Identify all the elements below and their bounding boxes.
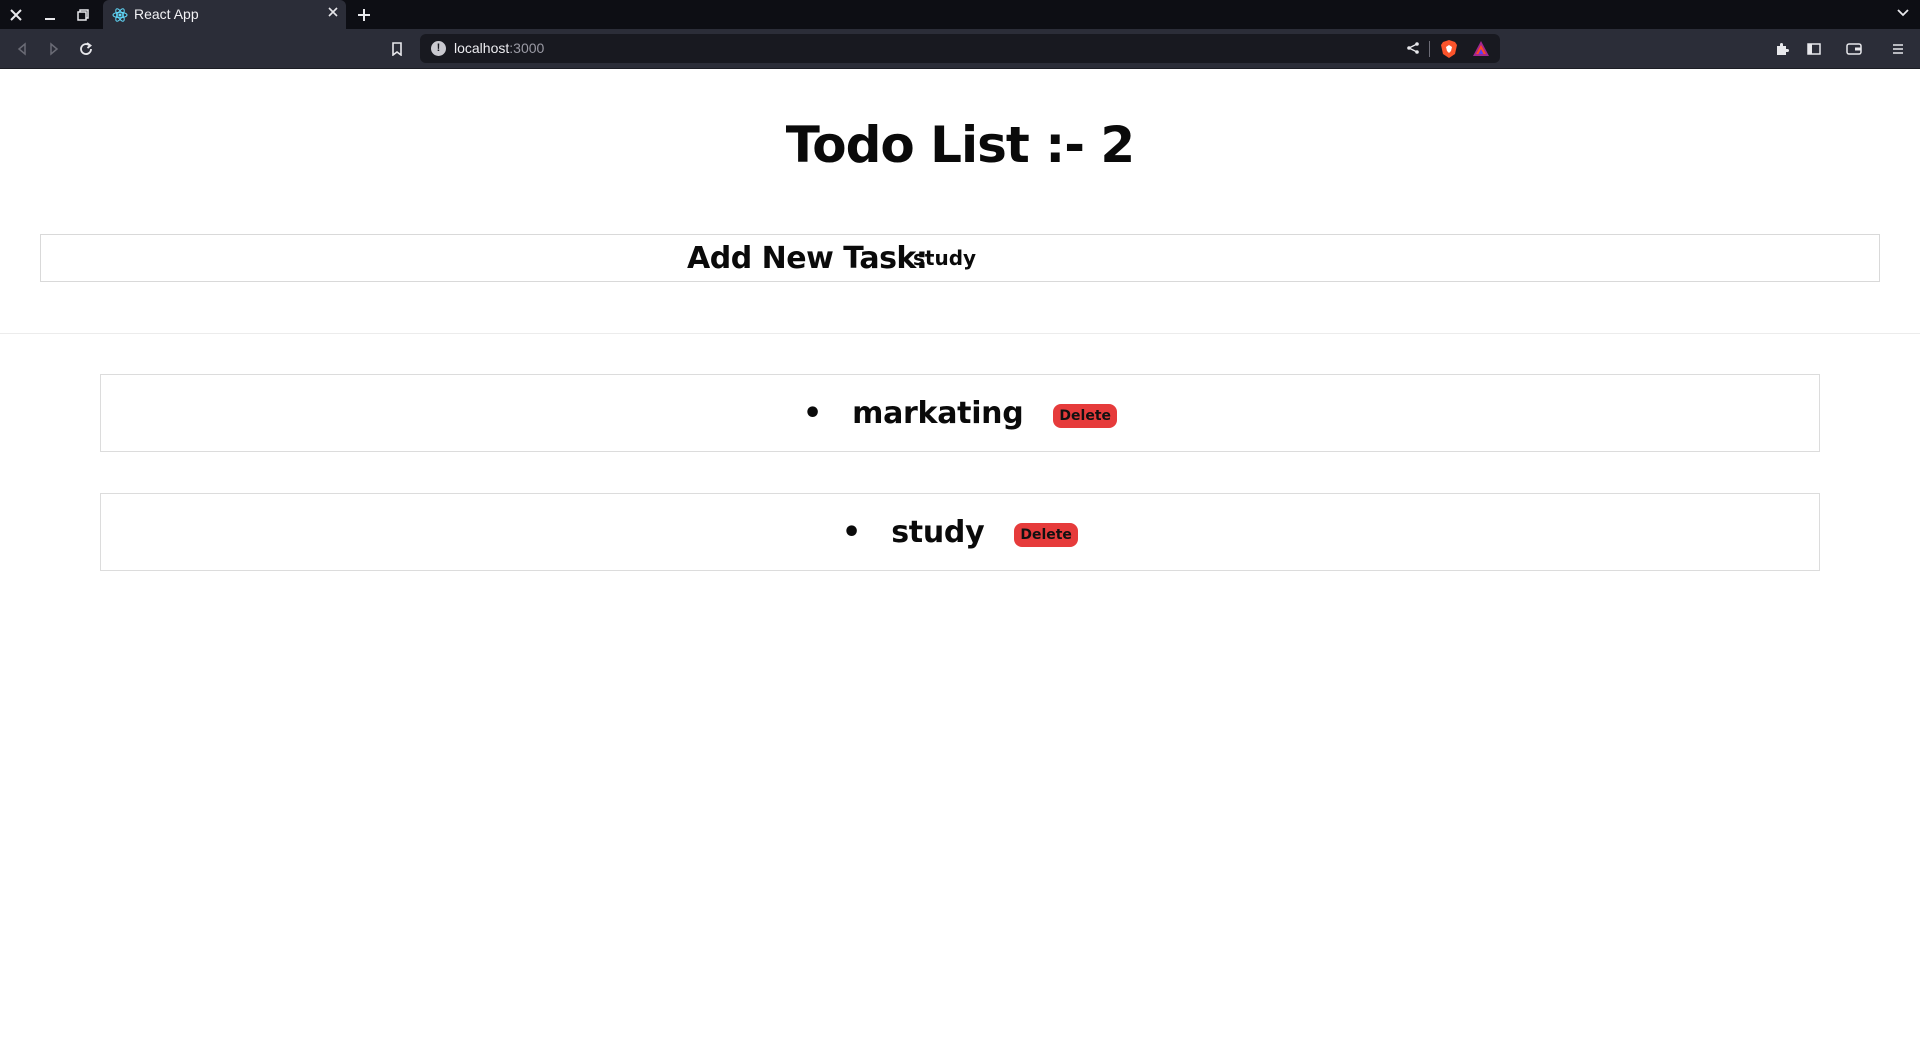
- bullet: •: [802, 395, 823, 431]
- share-icon[interactable]: [1406, 40, 1420, 59]
- forward-icon[interactable]: [42, 37, 66, 61]
- address-bar[interactable]: ! localhost:3000: [420, 34, 1500, 63]
- new-tab-icon[interactable]: [352, 3, 376, 27]
- tab-close-icon[interactable]: [328, 5, 338, 21]
- menu-icon[interactable]: [1886, 37, 1910, 61]
- reload-icon[interactable]: [74, 37, 98, 61]
- todo-item: • markating Delete: [100, 374, 1820, 452]
- tab-strip: React App: [0, 0, 1920, 29]
- url-separator: [1429, 41, 1430, 57]
- react-logo-icon: [112, 8, 128, 22]
- todo-text: markating: [852, 395, 1024, 431]
- delete-button[interactable]: Delete: [1014, 523, 1078, 547]
- tab-title: React App: [134, 6, 199, 22]
- close-window-icon[interactable]: [0, 0, 32, 29]
- url-text[interactable]: localhost:3000: [454, 40, 544, 56]
- brave-shields-icon[interactable]: [1440, 39, 1458, 59]
- minimize-window-icon[interactable]: [34, 0, 66, 29]
- tab-react-app[interactable]: React App: [103, 0, 346, 29]
- restore-window-icon[interactable]: [67, 0, 99, 29]
- task-input[interactable]: [913, 243, 1293, 273]
- extensions-icon[interactable]: [1770, 37, 1794, 61]
- site-info-icon[interactable]: !: [431, 41, 446, 56]
- url-host: localhost: [454, 40, 510, 56]
- url-port: :3000: [509, 40, 545, 56]
- sidebar-icon[interactable]: [1802, 37, 1826, 61]
- todo-text: study: [891, 514, 985, 550]
- delete-button[interactable]: Delete: [1053, 404, 1118, 428]
- todo-item: • study Delete: [100, 493, 1820, 571]
- brave-rewards-icon[interactable]: [1472, 40, 1490, 58]
- add-task-form: Add New Task:: [40, 234, 1880, 282]
- tab-list-chevron-icon[interactable]: [1896, 4, 1910, 23]
- page-title: Todo List :- 2: [785, 116, 1135, 174]
- bookmark-icon[interactable]: [385, 37, 409, 61]
- back-icon[interactable]: [10, 37, 34, 61]
- wallet-icon[interactable]: [1842, 37, 1866, 61]
- bullet: •: [842, 514, 862, 550]
- todo-list: • markating Delete • study Delete: [100, 374, 1820, 612]
- divider: [0, 333, 1920, 334]
- add-task-label: Add New Task:: [687, 241, 928, 276]
- browser-toolbar: ! localhost:3000: [0, 29, 1920, 69]
- page-content: Todo List :- 2 Add New Task: • markating…: [0, 69, 1920, 1052]
